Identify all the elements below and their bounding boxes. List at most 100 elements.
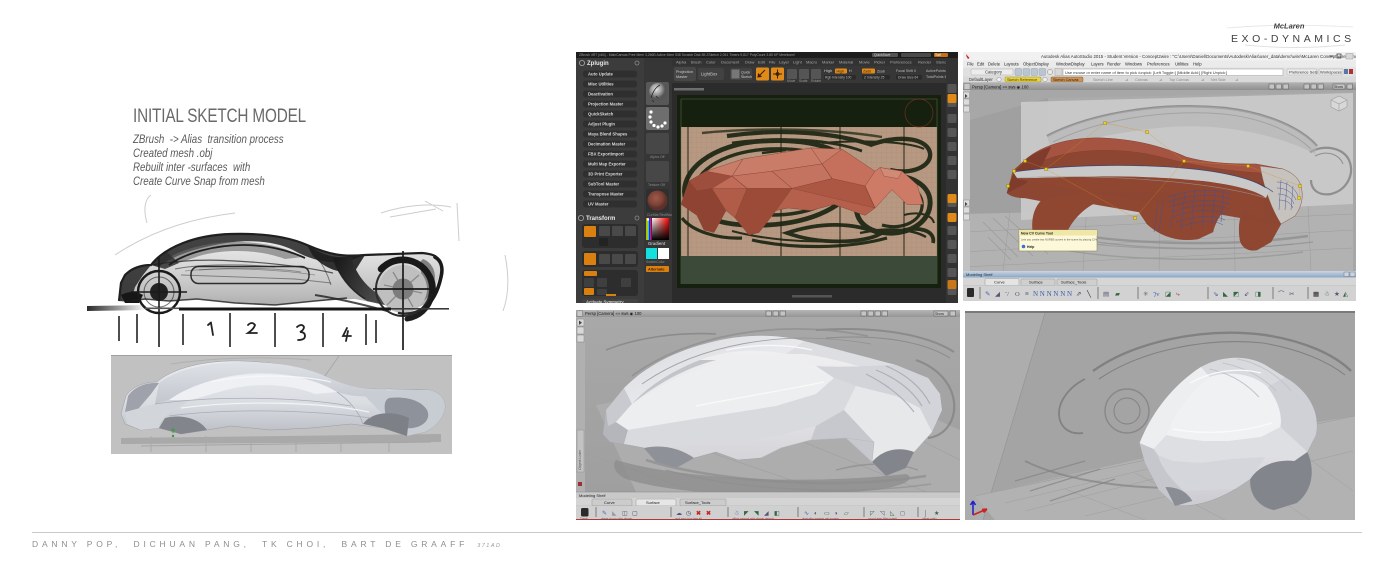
svg-text:Layer: Layer xyxy=(779,60,790,65)
svg-text:⊿: ⊿ xyxy=(1125,78,1128,82)
svg-text:▤: ▤ xyxy=(1103,291,1109,298)
svg-text:Gradient: Gradient xyxy=(648,241,666,246)
svg-text:Macro: Macro xyxy=(806,60,818,65)
svg-text:Picker: Picker xyxy=(874,60,886,65)
svg-text:SubTool Master: SubTool Master xyxy=(588,182,619,187)
svg-text:Projection: Projection xyxy=(676,70,693,74)
svg-text:Delete: Delete xyxy=(988,62,1001,67)
svg-text:☃: ☃ xyxy=(1324,289,1330,298)
svg-text:Z Intensity 25: Z Intensity 25 xyxy=(864,76,884,80)
svg-text:Modeling Shelf: Modeling Shelf xyxy=(579,493,606,498)
svg-text:Decimation Master: Decimation Master xyxy=(588,142,626,147)
svg-text:Layouts: Layouts xyxy=(1004,62,1019,67)
svg-text:⌒: ⌒ xyxy=(1278,290,1285,298)
svg-text:Texture Off: Texture Off xyxy=(648,183,665,187)
svg-text:QuickSketch: QuickSketch xyxy=(588,112,614,117)
svg-text:≡: ≡ xyxy=(1025,290,1029,298)
svg-text:Activate Symmetry: Activate Symmetry xyxy=(586,300,624,304)
svg-text:⤷: ⤷ xyxy=(1176,291,1180,298)
svg-text:Alternate: Alternate xyxy=(648,268,664,272)
svg-text:Alpha: Alpha xyxy=(676,60,687,65)
svg-text:⊿: ⊿ xyxy=(1201,78,1204,82)
svg-text:◩: ◩ xyxy=(1233,291,1239,298)
svg-text:◪: ◪ xyxy=(1165,291,1171,298)
svg-text:Sketch Line: Sketch Line xyxy=(1093,78,1113,82)
svg-text:Misc Utilities: Misc Utilities xyxy=(588,82,614,87)
svg-text:H: H xyxy=(849,69,852,73)
svg-text:Render: Render xyxy=(918,60,932,65)
svg-text:✖: ✖ xyxy=(706,510,711,517)
svg-text:FBX ExportImport: FBX ExportImport xyxy=(588,152,624,157)
svg-text:Marker: Marker xyxy=(822,60,835,65)
svg-text:Color: Color xyxy=(706,60,716,65)
svg-text:Preference Sets: Preference Sets xyxy=(1289,70,1318,75)
svg-text:Movie: Movie xyxy=(859,60,870,65)
svg-text:Persp [Camera] «» sws ◉ 100: Persp [Camera] «» sws ◉ 100 xyxy=(972,84,1029,89)
svg-text:Help: Help xyxy=(1193,62,1202,67)
svg-text:Show: Show xyxy=(935,312,944,316)
svg-text:✎: ✎ xyxy=(985,291,991,298)
svg-text:Maya Blend Shapes: Maya Blend Shapes xyxy=(588,132,628,137)
svg-text:▦: ▦ xyxy=(1313,291,1319,298)
svg-text:▱: ▱ xyxy=(844,511,849,517)
svg-text:◻: ◻ xyxy=(900,511,905,517)
svg-text:3D Print Exporter: 3D Print Exporter xyxy=(588,172,623,177)
svg-text:⇗: ⇗ xyxy=(1076,291,1081,298)
svg-text:McLaren: McLaren xyxy=(1274,22,1305,31)
svg-text:Projection Master: Projection Master xyxy=(588,102,624,107)
svg-text:Edit: Edit xyxy=(758,60,766,65)
svg-text:⇙: ⇙ xyxy=(1244,291,1250,298)
svg-text:◧: ◧ xyxy=(774,511,780,517)
svg-text:Transform: Transform xyxy=(586,216,615,222)
svg-text:Tool: Tool xyxy=(935,53,941,57)
svg-text:★: ★ xyxy=(1334,290,1340,298)
svg-text:Net Side: Net Side xyxy=(1211,78,1226,82)
svg-text:Rgb Intensity 100: Rgb Intensity 100 xyxy=(825,76,852,80)
svg-text:Help: Help xyxy=(1027,245,1034,249)
svg-text:Sketch Reference: Sketch Reference xyxy=(1007,78,1037,82)
svg-text:Document: Document xyxy=(721,60,740,65)
svg-text:Focal Shift 0: Focal Shift 0 xyxy=(896,69,916,73)
svg-text:Material: Material xyxy=(839,60,853,65)
svg-text:Curve: Curve xyxy=(994,280,1005,285)
svg-text:New CV Curve Tool: New CV Curve Tool xyxy=(1021,231,1053,235)
svg-text:SwitchColor: SwitchColor xyxy=(646,260,666,264)
svg-text:N N N N N N: N N N N N N xyxy=(1033,290,1072,298)
svg-text:⊿: ⊿ xyxy=(1159,78,1162,82)
svg-text:Draw: Draw xyxy=(745,60,754,65)
svg-text:Zplugin: Zplugin xyxy=(587,61,609,67)
svg-text:Surface_Tools: Surface_Tools xyxy=(1061,280,1086,285)
svg-text:Modeling Shelf: Modeling Shelf xyxy=(966,272,993,277)
svg-text:O: O xyxy=(1015,291,1020,298)
svg-text:Autodesk Alias AutoStudio 2015: Autodesk Alias AutoStudio 2015 - Student… xyxy=(1041,54,1356,59)
svg-text:Surface_Tools: Surface_Tools xyxy=(685,500,710,505)
svg-text:Zadd: Zadd xyxy=(863,69,871,73)
svg-text:File: File xyxy=(967,62,974,67)
svg-text:Persp [Camera] «» sws ◉ 100: Persp [Camera] «» sws ◉ 100 xyxy=(585,311,642,316)
svg-text:✳: ✳ xyxy=(1143,290,1149,298)
svg-text:Master: Master xyxy=(676,75,688,79)
svg-text:LightBox: LightBox xyxy=(701,72,718,77)
svg-text:Zsub: Zsub xyxy=(877,69,885,73)
svg-text:Transpose Master: Transpose Master xyxy=(588,192,624,197)
svg-text:◨: ◨ xyxy=(1255,291,1261,298)
svg-text:Surface: Surface xyxy=(646,500,661,505)
svg-text:Draw Size 64: Draw Size 64 xyxy=(898,76,918,80)
svg-text:QuickSave: QuickSave xyxy=(874,53,891,57)
svg-text:UV Master: UV Master xyxy=(588,202,609,207)
svg-text:Workspaces: Workspaces xyxy=(1320,70,1342,75)
svg-text:Canvas: Canvas xyxy=(1135,78,1148,82)
svg-text:Top Canvas: Top Canvas xyxy=(1169,78,1189,82)
svg-text:Multi Map Exporter: Multi Map Exporter xyxy=(588,162,626,167)
svg-text:Layers: Layers xyxy=(1091,62,1104,67)
svg-text:High: High xyxy=(824,68,832,73)
svg-text:Quick: Quick xyxy=(741,71,750,75)
svg-text:Sketch Canvas: Sketch Canvas xyxy=(1053,78,1079,82)
svg-text:Use mouse or enter name of ite: Use mouse or enter name of item to pick … xyxy=(1065,70,1227,75)
svg-text:WindowDisplay: WindowDisplay xyxy=(1056,62,1086,67)
svg-text:Alpha Off: Alpha Off xyxy=(650,155,665,159)
svg-text:Show: Show xyxy=(1334,85,1343,89)
svg-text:Sketch: Sketch xyxy=(741,75,752,79)
svg-text:Category: Category xyxy=(985,70,1003,75)
svg-text:Edit: Edit xyxy=(977,62,985,67)
